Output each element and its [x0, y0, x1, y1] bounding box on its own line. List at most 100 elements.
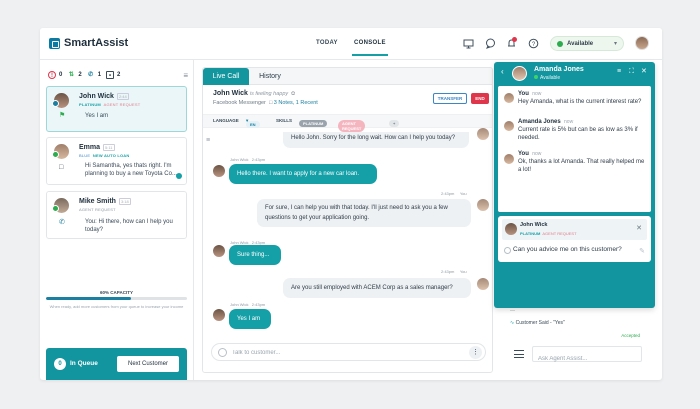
list-icon[interactable]: ≡	[617, 68, 621, 75]
avatar	[213, 245, 225, 257]
last-message: Yes I am	[85, 113, 109, 119]
capacity-note: When ready, add more customers from your…	[49, 304, 184, 309]
agent-assist-input[interactable]	[532, 346, 642, 366]
avatar	[477, 199, 489, 211]
chat-channel-icon	[52, 151, 59, 158]
conversation-card[interactable]: Mike Smith 3:18 AGENT REQUEST ✆ You: Hi t…	[46, 191, 187, 239]
agent-name: Amanda Jones	[534, 66, 584, 73]
back-icon[interactable]: ‹	[501, 67, 504, 76]
waveform-icon: ∿	[510, 320, 515, 326]
stat-transfers[interactable]: ⇅ 2	[67, 71, 82, 79]
message-meta: 2:43pm You	[441, 191, 467, 196]
language-select[interactable]: EN ▾	[246, 118, 260, 128]
close-icon[interactable]: ✕	[641, 67, 647, 75]
notes-link[interactable]: 3 Notes, 1 Recent	[274, 100, 318, 106]
popup-input-text[interactable]: Can you advice me on this customer?	[513, 246, 622, 253]
assist-stub: —	[510, 308, 515, 314]
stat-calls[interactable]: ✆ 1	[87, 71, 101, 79]
emoji-icon[interactable]	[504, 247, 511, 254]
attachment-icon[interactable]: ✎	[639, 247, 645, 255]
agent-message: For sure, I can help you with that today…	[257, 199, 471, 227]
transfer-button[interactable]: TRANSFER	[433, 93, 467, 104]
contact-name: John Wick 2:44	[79, 93, 129, 100]
more-options-icon[interactable]: ⋮	[469, 346, 482, 359]
availability-label: Available	[567, 40, 594, 47]
queue-panel: 0 In Queue Next Customer	[46, 348, 187, 380]
conversation-panel: Live Call History John Wick is feeling h…	[202, 67, 493, 373]
chat-bubble-icon[interactable]	[485, 38, 496, 49]
avatar	[477, 278, 489, 290]
alert-icon: !	[48, 71, 56, 79]
phone-icon: ✆	[88, 72, 94, 78]
notification-dot	[512, 37, 517, 42]
conversation-card[interactable]: John Wick 2:44 PLATINUM AGENT REQUEST ⚑ Y…	[46, 86, 187, 132]
customer-share-box: John Wick PLATINUM AGENT REQUEST ✕ Can y…	[498, 216, 651, 262]
message-meta: 2:43pm You	[441, 269, 467, 274]
tag-row: LANGUAGE EN ▾ SKILLS PLATINUM AGENT REQU…	[203, 115, 492, 132]
tab-console[interactable]: CONSOLE	[352, 40, 388, 56]
menu-icon[interactable]	[514, 350, 524, 358]
compose-bar: ⋮	[211, 343, 486, 361]
shared-customer-name: John Wick	[520, 222, 548, 228]
shared-customer-card: John Wick PLATINUM AGENT REQUEST ✕	[502, 219, 647, 240]
assist-event: ∿ Customer Said - "Yes"	[510, 320, 565, 326]
shared-customer-tags: PLATINUM AGENT REQUEST	[520, 231, 577, 236]
tab-history[interactable]: History	[251, 68, 289, 85]
stats-bar: ! 0 ⇅ 2 ✆ 1 • 2 ≡	[48, 68, 188, 82]
monitor-icon[interactable]	[463, 38, 474, 49]
avatar	[504, 154, 514, 164]
brand[interactable]: SmartAssist	[49, 37, 128, 49]
conversation-sidebar: ! 0 ⇅ 2 ✆ 1 • 2 ≡ John Wick 2:44 PLATINUM AGE…	[40, 60, 194, 380]
stat-chats[interactable]: • 2	[106, 71, 120, 79]
transfer-icon: ⇅	[68, 72, 74, 78]
avatar	[213, 165, 225, 177]
capacity-label: 60% CAPACITY	[100, 290, 133, 295]
phone-icon: ✆	[59, 219, 65, 226]
message-input[interactable]	[232, 347, 452, 359]
end-button[interactable]: END	[471, 93, 489, 104]
ask-agent-assist-field[interactable]	[533, 352, 641, 366]
agent-chat-popup: ‹ Amanda Jones Available ≡ ⛶ ✕ You now He…	[494, 62, 655, 308]
popup-header: ‹ Amanda Jones Available ≡ ⛶ ✕	[494, 62, 655, 84]
chat-transcript: Hello John. Sorry for the long wait. How…	[203, 128, 492, 338]
queue-count: 0	[54, 358, 66, 370]
customer-message: Hello there. I want to apply for a new c…	[229, 164, 377, 184]
user-avatar[interactable]	[635, 36, 649, 50]
avatar	[504, 93, 514, 103]
message-meta: John Wick 2:43pm	[230, 157, 266, 162]
availability-dropdown[interactable]: Available ▾	[550, 36, 624, 51]
tab-live-call[interactable]: Live Call	[203, 68, 249, 85]
message-meta: John Wick 2:43pm	[230, 302, 266, 307]
customer-message: Yes I am	[229, 309, 271, 329]
conversation-card[interactable]: Emma 5:11 BLUE NEW AUTO LOAN □ Hi Samanth…	[46, 137, 187, 185]
brand-name: SmartAssist	[64, 37, 129, 49]
message-icon: □	[59, 164, 64, 171]
avatar	[504, 121, 514, 131]
top-bar: SmartAssist TODAY CONSOLE ? Available ▾	[40, 28, 662, 60]
close-icon[interactable]: ✕	[636, 224, 642, 232]
avatar	[477, 128, 489, 140]
contact-name: Emma 5:11	[79, 144, 115, 151]
last-message: Hi Samantha, yes thats right. I'm planni…	[85, 163, 177, 177]
capacity-fill	[46, 297, 131, 300]
help-icon[interactable]: ?	[528, 38, 539, 49]
avatar	[213, 309, 225, 321]
last-message: You: Hi there, how can I help you today?	[85, 219, 173, 233]
capacity-meter: 60% CAPACITY When ready, add more custom…	[46, 290, 187, 309]
next-customer-button[interactable]: Next Customer	[117, 356, 179, 372]
skills-label: SKILLS	[276, 118, 293, 123]
tab-today[interactable]: TODAY	[316, 40, 338, 46]
language-label: LANGUAGE	[213, 118, 239, 123]
avatar	[512, 66, 527, 81]
chat-channel-icon	[52, 205, 59, 212]
customer-name: John Wick is feeling happy ☺	[213, 90, 297, 97]
conversation-tabs: Live Call History	[203, 68, 492, 85]
capacity-track	[46, 297, 187, 300]
contact-tags: PLATINUM AGENT REQUEST	[79, 102, 141, 107]
stat-missed[interactable]: ! 0	[48, 71, 62, 79]
expand-icon[interactable]: ⛶	[629, 68, 634, 76]
accepted-label: Accepted	[621, 333, 640, 338]
filter-icon[interactable]: ≡	[183, 71, 188, 80]
emoji-icon[interactable]	[218, 348, 227, 357]
popup-message: You now Hey Amanda, what is the current i…	[518, 91, 642, 105]
